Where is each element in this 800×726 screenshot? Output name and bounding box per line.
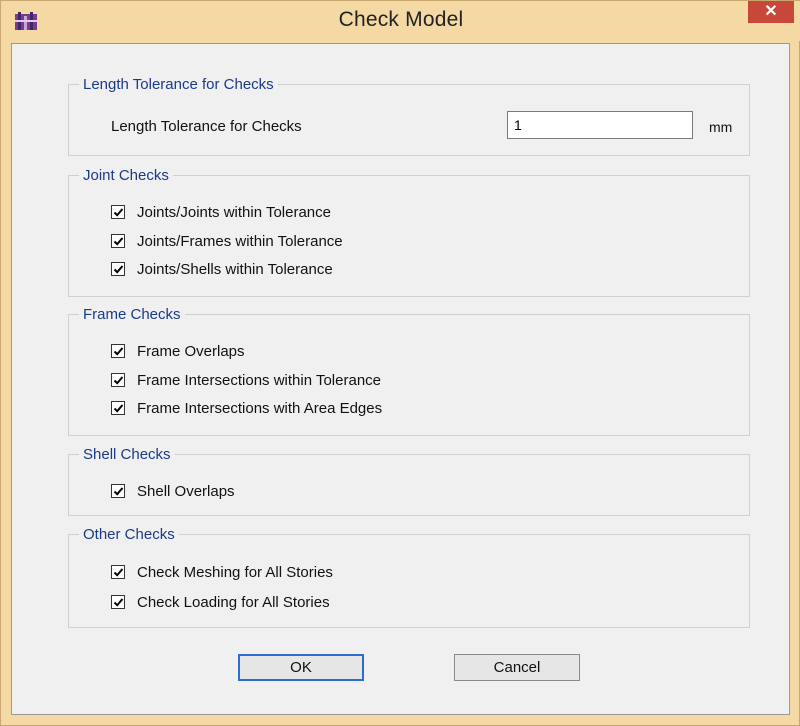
length-tolerance-legend: Length Tolerance for Checks bbox=[83, 76, 274, 93]
check-label: Joints/Frames within Tolerance bbox=[137, 232, 343, 250]
checkmark-icon bbox=[113, 208, 124, 217]
check-label: Frame Intersections with Area Edges bbox=[137, 399, 383, 417]
close-button[interactable]: ✕ bbox=[748, 1, 794, 23]
checkbox[interactable] bbox=[111, 205, 125, 219]
close-icon: ✕ bbox=[764, 3, 778, 20]
window-title: Check Model bbox=[338, 8, 464, 31]
dialog-body: Length Tolerance for Checks Length Toler… bbox=[11, 43, 790, 715]
check-label: Joints/Shells within Tolerance bbox=[137, 260, 333, 278]
check-label: Shell Overlaps bbox=[137, 482, 235, 500]
joint-checks-legend: Joint Checks bbox=[83, 167, 169, 184]
checkmark-icon bbox=[113, 265, 124, 274]
frame-overlaps-check[interactable]: Frame Overlaps bbox=[111, 341, 245, 361]
cancel-button[interactable]: Cancel bbox=[454, 654, 580, 681]
checkbox[interactable] bbox=[111, 484, 125, 498]
shell-checks-legend: Shell Checks bbox=[83, 446, 171, 463]
checkbox[interactable] bbox=[111, 565, 125, 579]
checkbox[interactable] bbox=[111, 234, 125, 248]
checkmark-icon bbox=[113, 237, 124, 246]
check-label: Frame Overlaps bbox=[137, 342, 245, 360]
checkmark-icon bbox=[113, 376, 124, 385]
frame-area-edges-check[interactable]: Frame Intersections with Area Edges bbox=[111, 398, 382, 418]
checkmark-icon bbox=[113, 598, 124, 607]
check-label: Joints/Joints within Tolerance bbox=[137, 203, 331, 221]
joint-frame-check[interactable]: Joints/Frames within Tolerance bbox=[111, 231, 343, 251]
meshing-check[interactable]: Check Meshing for All Stories bbox=[111, 562, 333, 582]
checkbox[interactable] bbox=[111, 373, 125, 387]
checkmark-icon bbox=[113, 487, 124, 496]
check-label: Check Meshing for All Stories bbox=[137, 563, 333, 581]
checkmark-icon bbox=[113, 404, 124, 413]
other-checks-legend: Other Checks bbox=[83, 526, 175, 543]
checkmark-icon bbox=[113, 568, 124, 577]
frame-checks-legend: Frame Checks bbox=[83, 306, 181, 323]
check-label: Frame Intersections within Tolerance bbox=[137, 371, 381, 389]
ok-button[interactable]: OK bbox=[238, 654, 364, 681]
checkbox[interactable] bbox=[111, 401, 125, 415]
checkmark-icon bbox=[113, 347, 124, 356]
frame-intersections-check[interactable]: Frame Intersections within Tolerance bbox=[111, 370, 381, 390]
length-tolerance-input[interactable]: 1 bbox=[507, 111, 693, 139]
length-unit-label: mm bbox=[709, 119, 733, 135]
joint-joint-check[interactable]: Joints/Joints within Tolerance bbox=[111, 202, 331, 222]
length-tolerance-label: Length Tolerance for Checks bbox=[111, 118, 302, 135]
check-model-dialog: Check Model ✕ Length Tolerance for Check… bbox=[0, 0, 800, 726]
checkbox[interactable] bbox=[111, 595, 125, 609]
title-bar[interactable]: Check Model ✕ bbox=[1, 1, 800, 41]
joint-shell-check[interactable]: Joints/Shells within Tolerance bbox=[111, 259, 333, 279]
checkbox[interactable] bbox=[111, 344, 125, 358]
check-label: Check Loading for All Stories bbox=[137, 593, 330, 611]
loading-check[interactable]: Check Loading for All Stories bbox=[111, 592, 330, 612]
checkbox[interactable] bbox=[111, 262, 125, 276]
shell-overlaps-check[interactable]: Shell Overlaps bbox=[111, 481, 235, 501]
